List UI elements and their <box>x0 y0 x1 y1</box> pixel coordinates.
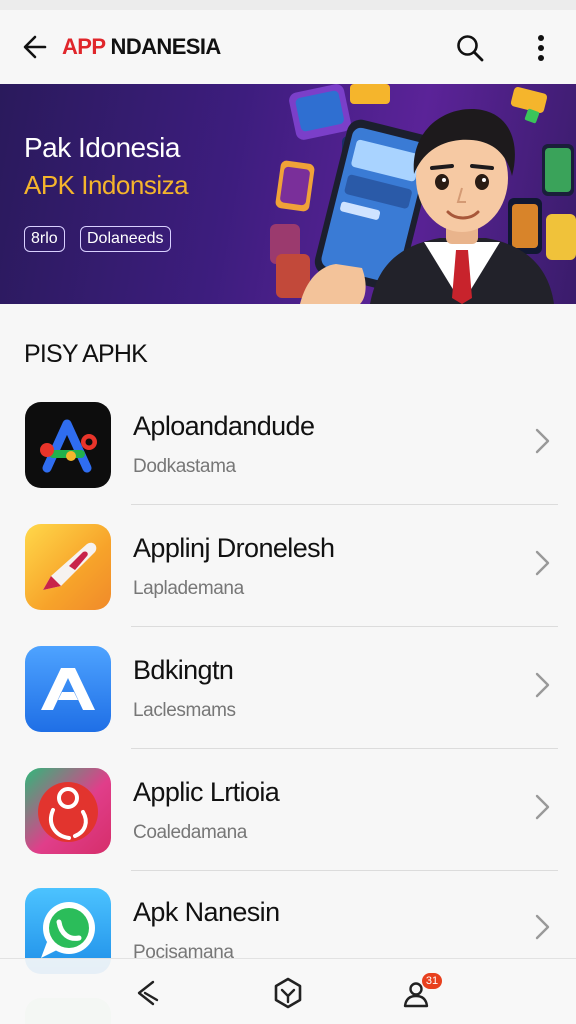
nav-back-button[interactable] <box>128 973 168 1013</box>
chevron-right-icon <box>535 794 550 820</box>
app-subtitle: Laplademana <box>133 578 244 599</box>
app-name: Bdkingtn <box>133 655 234 685</box>
app-bar: APP NDANESIA <box>0 10 576 84</box>
back-button[interactable] <box>18 30 52 64</box>
search-icon <box>457 35 484 62</box>
banner-title: Pak Idonesia <box>24 132 180 163</box>
banner-chip[interactable]: Dolaneeds <box>80 226 171 252</box>
more-vertical-icon <box>538 35 544 61</box>
more-options-button[interactable] <box>524 30 558 66</box>
list-item[interactable]: Bdkingtn Laclesmams <box>0 628 576 749</box>
promo-banner[interactable]: Pak Idonesia APK Indonsiza 8rlo Dolaneed… <box>0 84 576 304</box>
status-bar <box>0 0 576 10</box>
pen-icon <box>25 524 111 610</box>
app-name: Applic Lrtioia <box>133 777 280 807</box>
app-title-rest: NDANESIA <box>105 34 222 59</box>
banner-chip[interactable]: 8rlo <box>24 226 65 252</box>
app-subtitle: Coaledamana <box>133 822 247 843</box>
section-title: PISY APHK <box>24 340 148 368</box>
nav-home-icon <box>274 977 302 1009</box>
app-name: Applinj Dronelesh <box>133 533 335 563</box>
divider <box>131 748 558 749</box>
banner-illustration <box>270 84 576 304</box>
list-item[interactable]: Applinj Dronelesh Laplademana <box>0 506 576 627</box>
banner-subtitle: APK Indonsiza <box>24 170 189 200</box>
app-name: Apk Nanesin <box>133 897 280 927</box>
list-item[interactable]: Applic Lrtioia Coaledamana <box>0 750 576 871</box>
list-item[interactable]: Aploandandude Dodkastama <box>0 384 576 505</box>
app-a-icon <box>25 402 111 488</box>
letter-a-icon <box>25 646 111 732</box>
nav-home-button[interactable] <box>268 973 308 1013</box>
nav-profile-button[interactable]: 31 <box>398 973 442 1013</box>
chevron-right-icon <box>535 428 550 454</box>
bottom-nav: 31 <box>0 958 576 1024</box>
nav-back-icon <box>137 980 159 1006</box>
app-subtitle: Laclesmams <box>133 700 236 721</box>
search-button[interactable] <box>452 30 488 66</box>
divider <box>131 626 558 627</box>
chevron-right-icon <box>535 914 550 940</box>
app-name: Aploandandude <box>133 411 315 441</box>
chevron-right-icon <box>535 550 550 576</box>
chevron-right-icon <box>535 672 550 698</box>
divider <box>131 504 558 505</box>
pin-icon <box>25 768 111 854</box>
app-title-accent: APP <box>62 34 106 59</box>
app-title: APP NDANESIA <box>62 34 221 60</box>
app-subtitle: Dodkastama <box>133 456 236 477</box>
arrow-left-icon <box>23 35 47 59</box>
notification-badge: 31 <box>422 973 442 989</box>
